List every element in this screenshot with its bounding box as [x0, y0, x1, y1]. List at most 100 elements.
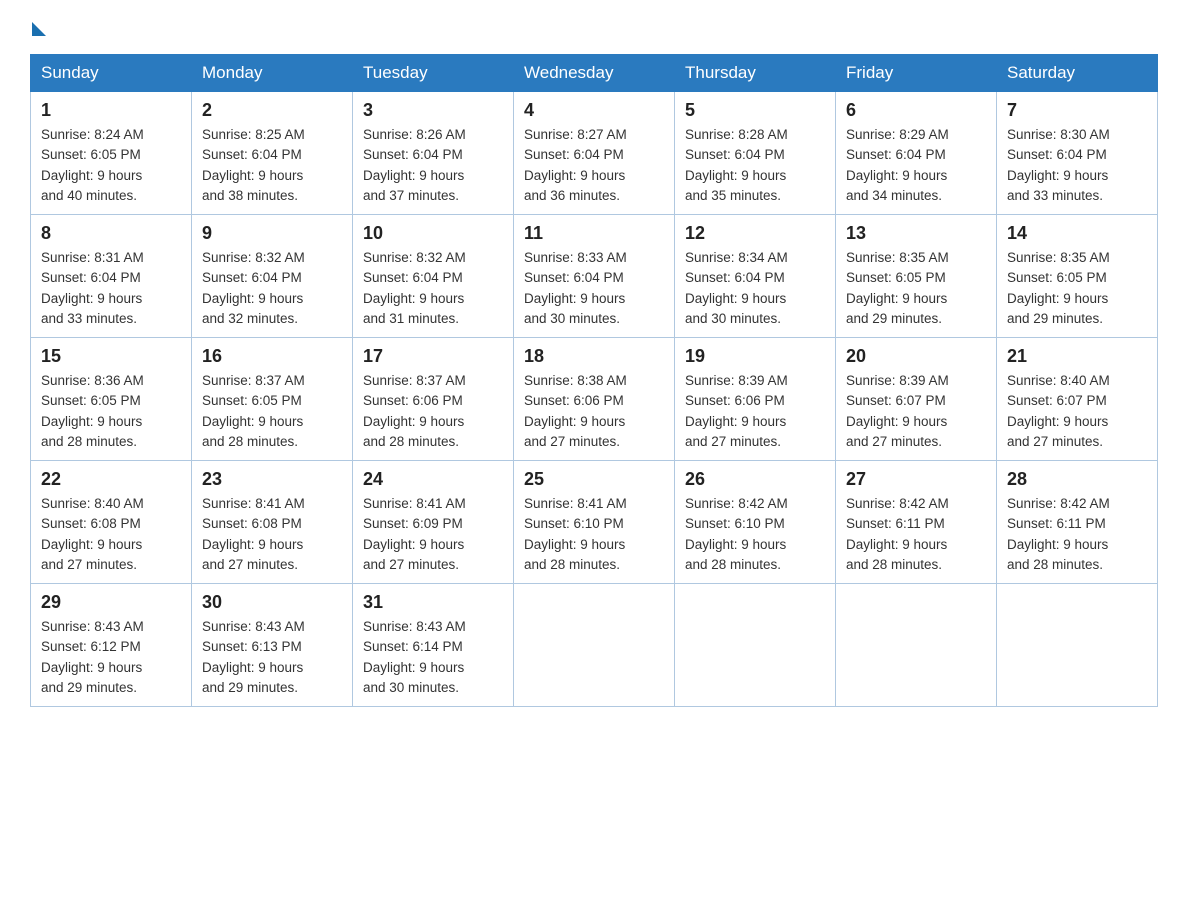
calendar-cell: 1 Sunrise: 8:24 AMSunset: 6:05 PMDayligh…: [31, 92, 192, 215]
day-info: Sunrise: 8:37 AMSunset: 6:05 PMDaylight:…: [202, 371, 342, 452]
weekday-header-row: SundayMondayTuesdayWednesdayThursdayFrid…: [31, 55, 1158, 92]
day-info: Sunrise: 8:36 AMSunset: 6:05 PMDaylight:…: [41, 371, 181, 452]
calendar-cell: 15 Sunrise: 8:36 AMSunset: 6:05 PMDaylig…: [31, 338, 192, 461]
day-info: Sunrise: 8:32 AMSunset: 6:04 PMDaylight:…: [202, 248, 342, 329]
day-number: 1: [41, 100, 181, 121]
day-number: 14: [1007, 223, 1147, 244]
calendar-cell: [514, 584, 675, 707]
day-info: Sunrise: 8:40 AMSunset: 6:08 PMDaylight:…: [41, 494, 181, 575]
calendar-cell: [675, 584, 836, 707]
day-info: Sunrise: 8:27 AMSunset: 6:04 PMDaylight:…: [524, 125, 664, 206]
day-info: Sunrise: 8:32 AMSunset: 6:04 PMDaylight:…: [363, 248, 503, 329]
day-number: 4: [524, 100, 664, 121]
week-row-3: 15 Sunrise: 8:36 AMSunset: 6:05 PMDaylig…: [31, 338, 1158, 461]
calendar-cell: 16 Sunrise: 8:37 AMSunset: 6:05 PMDaylig…: [192, 338, 353, 461]
calendar-cell: 22 Sunrise: 8:40 AMSunset: 6:08 PMDaylig…: [31, 461, 192, 584]
day-number: 2: [202, 100, 342, 121]
day-number: 12: [685, 223, 825, 244]
day-number: 18: [524, 346, 664, 367]
day-info: Sunrise: 8:30 AMSunset: 6:04 PMDaylight:…: [1007, 125, 1147, 206]
calendar-cell: [836, 584, 997, 707]
calendar-cell: 24 Sunrise: 8:41 AMSunset: 6:09 PMDaylig…: [353, 461, 514, 584]
day-number: 7: [1007, 100, 1147, 121]
calendar-cell: 5 Sunrise: 8:28 AMSunset: 6:04 PMDayligh…: [675, 92, 836, 215]
calendar-cell: 26 Sunrise: 8:42 AMSunset: 6:10 PMDaylig…: [675, 461, 836, 584]
calendar-cell: 6 Sunrise: 8:29 AMSunset: 6:04 PMDayligh…: [836, 92, 997, 215]
day-number: 6: [846, 100, 986, 121]
calendar-table: SundayMondayTuesdayWednesdayThursdayFrid…: [30, 54, 1158, 707]
weekday-header-thursday: Thursday: [675, 55, 836, 92]
calendar-cell: 17 Sunrise: 8:37 AMSunset: 6:06 PMDaylig…: [353, 338, 514, 461]
day-info: Sunrise: 8:43 AMSunset: 6:12 PMDaylight:…: [41, 617, 181, 698]
day-info: Sunrise: 8:42 AMSunset: 6:11 PMDaylight:…: [846, 494, 986, 575]
week-row-2: 8 Sunrise: 8:31 AMSunset: 6:04 PMDayligh…: [31, 215, 1158, 338]
calendar-cell: 25 Sunrise: 8:41 AMSunset: 6:10 PMDaylig…: [514, 461, 675, 584]
day-info: Sunrise: 8:40 AMSunset: 6:07 PMDaylight:…: [1007, 371, 1147, 452]
calendar-cell: 8 Sunrise: 8:31 AMSunset: 6:04 PMDayligh…: [31, 215, 192, 338]
day-number: 30: [202, 592, 342, 613]
day-number: 9: [202, 223, 342, 244]
calendar-cell: 18 Sunrise: 8:38 AMSunset: 6:06 PMDaylig…: [514, 338, 675, 461]
weekday-header-sunday: Sunday: [31, 55, 192, 92]
calendar-cell: 29 Sunrise: 8:43 AMSunset: 6:12 PMDaylig…: [31, 584, 192, 707]
day-info: Sunrise: 8:42 AMSunset: 6:10 PMDaylight:…: [685, 494, 825, 575]
calendar-cell: 27 Sunrise: 8:42 AMSunset: 6:11 PMDaylig…: [836, 461, 997, 584]
day-info: Sunrise: 8:26 AMSunset: 6:04 PMDaylight:…: [363, 125, 503, 206]
day-number: 22: [41, 469, 181, 490]
day-info: Sunrise: 8:28 AMSunset: 6:04 PMDaylight:…: [685, 125, 825, 206]
calendar-cell: 19 Sunrise: 8:39 AMSunset: 6:06 PMDaylig…: [675, 338, 836, 461]
day-info: Sunrise: 8:41 AMSunset: 6:08 PMDaylight:…: [202, 494, 342, 575]
day-number: 31: [363, 592, 503, 613]
day-number: 20: [846, 346, 986, 367]
day-number: 26: [685, 469, 825, 490]
calendar-cell: 7 Sunrise: 8:30 AMSunset: 6:04 PMDayligh…: [997, 92, 1158, 215]
day-info: Sunrise: 8:43 AMSunset: 6:14 PMDaylight:…: [363, 617, 503, 698]
weekday-header-tuesday: Tuesday: [353, 55, 514, 92]
day-info: Sunrise: 8:39 AMSunset: 6:06 PMDaylight:…: [685, 371, 825, 452]
calendar-cell: 11 Sunrise: 8:33 AMSunset: 6:04 PMDaylig…: [514, 215, 675, 338]
day-number: 21: [1007, 346, 1147, 367]
day-number: 11: [524, 223, 664, 244]
day-number: 23: [202, 469, 342, 490]
day-info: Sunrise: 8:29 AMSunset: 6:04 PMDaylight:…: [846, 125, 986, 206]
day-number: 5: [685, 100, 825, 121]
weekday-header-monday: Monday: [192, 55, 353, 92]
calendar-cell: 14 Sunrise: 8:35 AMSunset: 6:05 PMDaylig…: [997, 215, 1158, 338]
day-info: Sunrise: 8:31 AMSunset: 6:04 PMDaylight:…: [41, 248, 181, 329]
calendar-cell: 4 Sunrise: 8:27 AMSunset: 6:04 PMDayligh…: [514, 92, 675, 215]
day-info: Sunrise: 8:25 AMSunset: 6:04 PMDaylight:…: [202, 125, 342, 206]
day-info: Sunrise: 8:37 AMSunset: 6:06 PMDaylight:…: [363, 371, 503, 452]
calendar-cell: 10 Sunrise: 8:32 AMSunset: 6:04 PMDaylig…: [353, 215, 514, 338]
calendar-cell: 28 Sunrise: 8:42 AMSunset: 6:11 PMDaylig…: [997, 461, 1158, 584]
week-row-1: 1 Sunrise: 8:24 AMSunset: 6:05 PMDayligh…: [31, 92, 1158, 215]
page-header: [30, 20, 1158, 36]
calendar-cell: 3 Sunrise: 8:26 AMSunset: 6:04 PMDayligh…: [353, 92, 514, 215]
calendar-cell: 23 Sunrise: 8:41 AMSunset: 6:08 PMDaylig…: [192, 461, 353, 584]
weekday-header-wednesday: Wednesday: [514, 55, 675, 92]
day-number: 8: [41, 223, 181, 244]
week-row-5: 29 Sunrise: 8:43 AMSunset: 6:12 PMDaylig…: [31, 584, 1158, 707]
day-number: 15: [41, 346, 181, 367]
calendar-cell: 30 Sunrise: 8:43 AMSunset: 6:13 PMDaylig…: [192, 584, 353, 707]
calendar-cell: 13 Sunrise: 8:35 AMSunset: 6:05 PMDaylig…: [836, 215, 997, 338]
day-number: 17: [363, 346, 503, 367]
calendar-cell: 31 Sunrise: 8:43 AMSunset: 6:14 PMDaylig…: [353, 584, 514, 707]
day-info: Sunrise: 8:43 AMSunset: 6:13 PMDaylight:…: [202, 617, 342, 698]
day-number: 3: [363, 100, 503, 121]
calendar-cell: 9 Sunrise: 8:32 AMSunset: 6:04 PMDayligh…: [192, 215, 353, 338]
day-number: 19: [685, 346, 825, 367]
day-info: Sunrise: 8:39 AMSunset: 6:07 PMDaylight:…: [846, 371, 986, 452]
logo-triangle-icon: [32, 22, 46, 36]
day-number: 29: [41, 592, 181, 613]
day-number: 13: [846, 223, 986, 244]
day-info: Sunrise: 8:35 AMSunset: 6:05 PMDaylight:…: [846, 248, 986, 329]
weekday-header-saturday: Saturday: [997, 55, 1158, 92]
day-info: Sunrise: 8:41 AMSunset: 6:10 PMDaylight:…: [524, 494, 664, 575]
calendar-cell: 2 Sunrise: 8:25 AMSunset: 6:04 PMDayligh…: [192, 92, 353, 215]
day-info: Sunrise: 8:33 AMSunset: 6:04 PMDaylight:…: [524, 248, 664, 329]
day-info: Sunrise: 8:41 AMSunset: 6:09 PMDaylight:…: [363, 494, 503, 575]
day-info: Sunrise: 8:38 AMSunset: 6:06 PMDaylight:…: [524, 371, 664, 452]
day-info: Sunrise: 8:24 AMSunset: 6:05 PMDaylight:…: [41, 125, 181, 206]
day-info: Sunrise: 8:42 AMSunset: 6:11 PMDaylight:…: [1007, 494, 1147, 575]
day-info: Sunrise: 8:35 AMSunset: 6:05 PMDaylight:…: [1007, 248, 1147, 329]
